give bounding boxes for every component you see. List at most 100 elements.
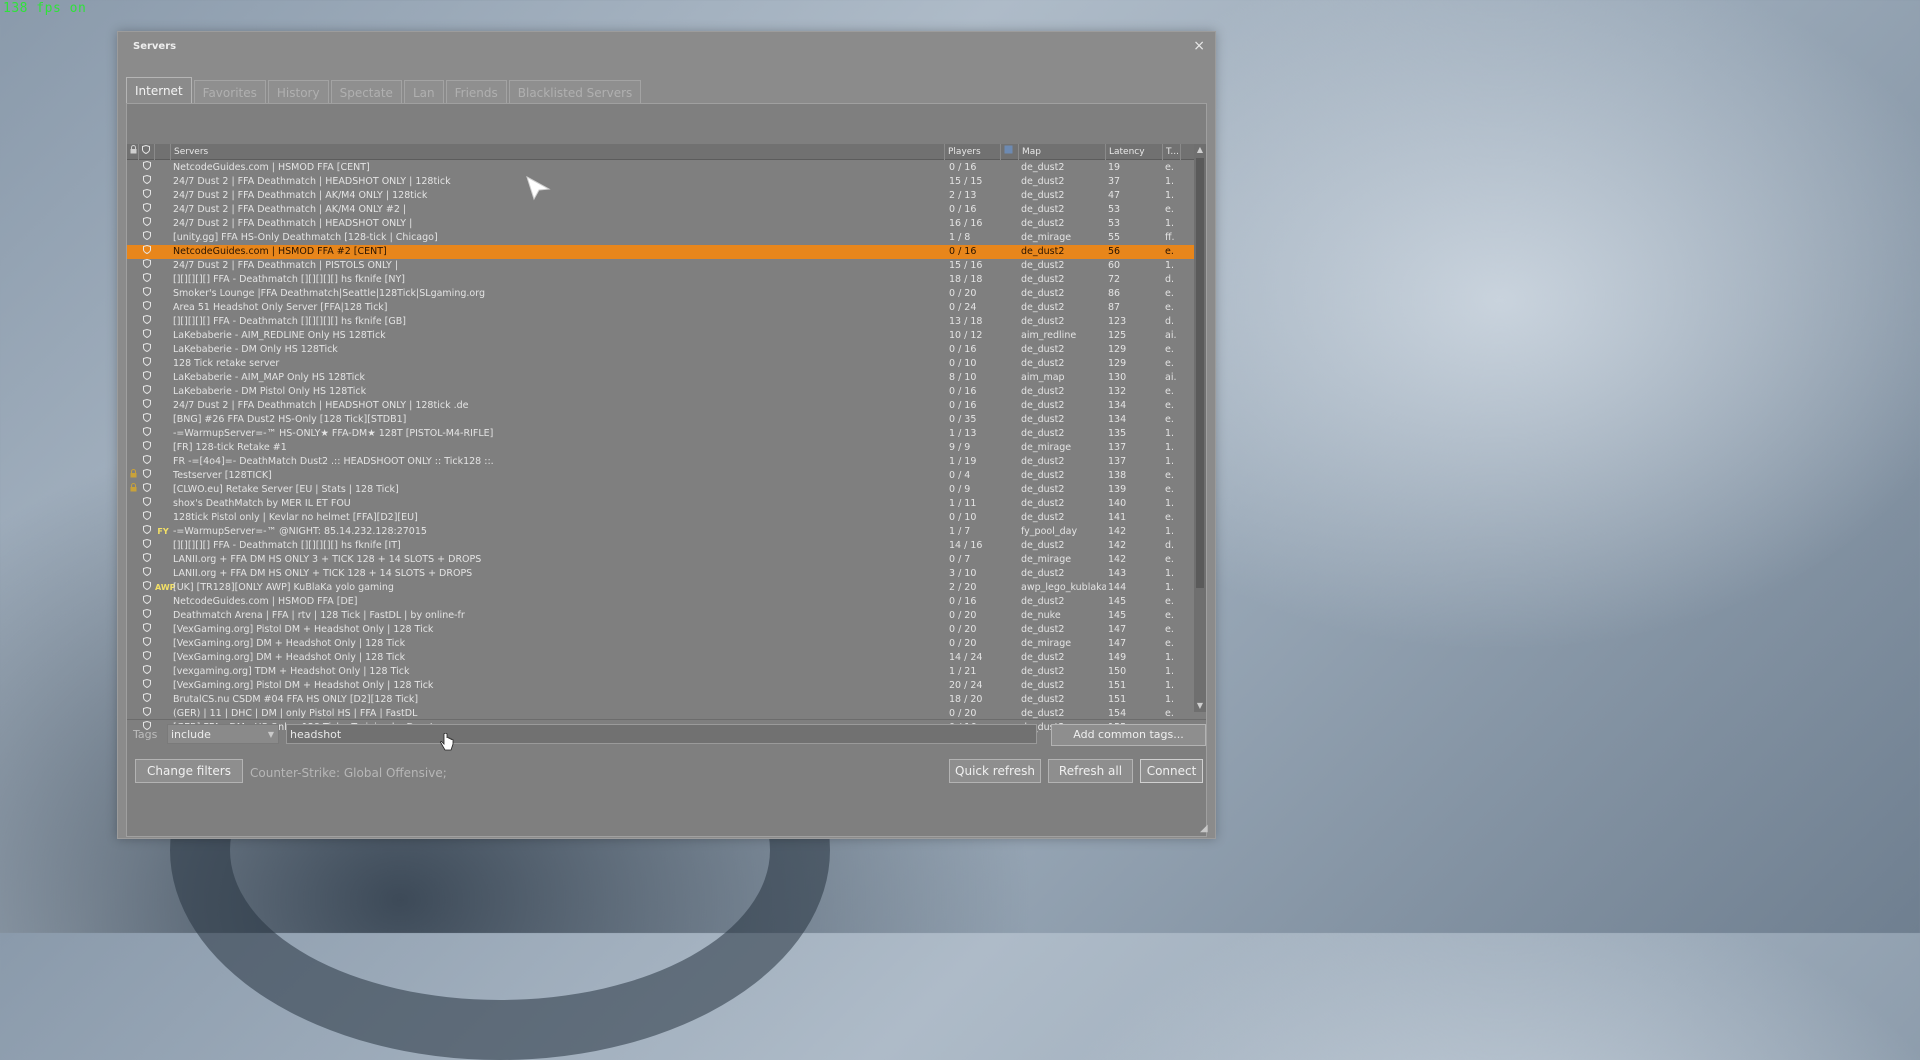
shield-icon[interactable] — [139, 482, 155, 497]
change-filters-button[interactable]: Change filters — [135, 759, 243, 783]
shield-icon[interactable] — [139, 160, 155, 175]
lock-column-icon[interactable] — [127, 144, 139, 160]
shield-icon[interactable] — [139, 608, 155, 623]
server-row[interactable]: LaKebaberie - AIM_REDLINE Only HS 128Tic… — [127, 328, 1194, 343]
column-map[interactable]: Map — [1019, 144, 1106, 160]
shield-icon[interactable] — [139, 636, 155, 651]
connect-button[interactable]: Connect — [1140, 759, 1203, 783]
server-row[interactable]: [FR] 128-tick Retake #1 9 / 9 de_mirage 137… — [127, 440, 1194, 455]
server-row[interactable]: [][][][][] FFA - Deathmatch [][][][][] h… — [127, 314, 1194, 329]
shield-icon[interactable] — [139, 370, 155, 385]
server-row[interactable]: FY -=WarmupServer=-™ @NIGHT: 85.14.232.1… — [127, 524, 1194, 539]
shield-icon[interactable] — [139, 538, 155, 553]
shield-icon[interactable] — [139, 412, 155, 427]
server-row[interactable]: [VexGaming.org] Pistol DM + Headshot Onl… — [127, 622, 1194, 637]
quick-refresh-button[interactable]: Quick refresh — [949, 759, 1041, 783]
shield-icon[interactable] — [139, 328, 155, 343]
server-row[interactable]: 24/7 Dust 2 | FFA Deathmatch | HEADSHOT … — [127, 216, 1194, 231]
shield-icon[interactable] — [139, 342, 155, 357]
close-icon[interactable]: × — [1193, 38, 1205, 54]
server-row[interactable]: NetcodeGuides.com | HSMOD FFA [CENT] 0 / … — [127, 160, 1194, 175]
shield-icon[interactable] — [139, 202, 155, 217]
column-servers[interactable]: Servers — [171, 144, 945, 160]
server-row[interactable]: [VexGaming.org] Pistol DM + Headshot Onl… — [127, 678, 1194, 693]
server-row[interactable]: LaKebaberie - AIM_MAP Only HS 128Tick 8 /… — [127, 370, 1194, 385]
tab-favorites[interactable]: Favorites — [193, 80, 266, 104]
server-row[interactable]: 24/7 Dust 2 | FFA Deathmatch | AK/M4 ONL… — [127, 202, 1194, 217]
tab-history[interactable]: History — [267, 80, 329, 104]
shield-icon[interactable] — [139, 384, 155, 399]
server-row[interactable]: 128 Tick retake server 0 / 10 de_dust2 129 e… — [127, 356, 1194, 371]
server-row[interactable]: 24/7 Dust 2 | FFA Deathmatch | AK/M4 ONL… — [127, 188, 1194, 203]
shield-icon[interactable] — [139, 230, 155, 245]
shield-icon[interactable] — [139, 356, 155, 371]
column-latency[interactable]: Latency — [1106, 144, 1163, 160]
list-scrollbar[interactable]: ▲ ▼ — [1194, 144, 1206, 712]
column-players[interactable]: Players — [945, 144, 1001, 160]
shield-icon[interactable] — [139, 244, 155, 259]
tab-lan[interactable]: Lan — [403, 80, 444, 104]
server-row[interactable]: [unity.gg] FFA HS-Only Deathmatch [128-t… — [127, 230, 1194, 245]
resize-grip-icon[interactable]: ◢ — [1200, 823, 1212, 835]
column-tags[interactable]: T... — [1163, 144, 1181, 160]
server-row[interactable]: 128tick Pistol only | Kevlar no helmet [… — [127, 510, 1194, 525]
tab-spectate[interactable]: Spectate — [330, 80, 402, 104]
server-row[interactable]: Testserver [128TICK] 0 / 4 de_dust2 138 e. — [127, 468, 1194, 483]
tab-internet[interactable]: Internet — [126, 77, 192, 104]
title-bar[interactable]: Servers × — [118, 32, 1215, 62]
server-row[interactable]: NetcodeGuides.com | HSMOD FFA [DE] 0 / 16… — [127, 594, 1194, 609]
shield-icon[interactable] — [139, 188, 155, 203]
scroll-thumb[interactable] — [1196, 158, 1204, 588]
server-row[interactable]: [BNG] #26 FFA Dust2 HS-Only [128 Tick][S… — [127, 412, 1194, 427]
shield-icon[interactable] — [139, 496, 155, 511]
server-row[interactable]: AWP [UK] [TR128][ONLY AWP] KuBlaKa yolo g… — [127, 580, 1194, 595]
server-row[interactable]: [][][][][] FFA - Deathmatch [][][][][] h… — [127, 538, 1194, 553]
add-common-tags-button[interactable]: Add common tags... — [1051, 724, 1206, 746]
server-row[interactable]: Area 51 Headshot Only Server [FFA|128 Ti… — [127, 300, 1194, 315]
server-row[interactable]: LaKebaberie - DM Pistol Only HS 128Tick 0… — [127, 384, 1194, 399]
shield-icon[interactable] — [139, 566, 155, 581]
favorite-column-icon[interactable] — [139, 144, 155, 160]
shield-icon[interactable] — [139, 468, 155, 483]
shield-icon[interactable] — [139, 678, 155, 693]
tab-friends[interactable]: Friends — [445, 80, 507, 104]
server-row[interactable]: LANII.org + FFA DM HS ONLY 3 + TICK 128 … — [127, 552, 1194, 567]
tab-blacklisted-servers[interactable]: Blacklisted Servers — [508, 80, 642, 104]
server-row[interactable]: 24/7 Dust 2 | FFA Deathmatch | HEADSHOT … — [127, 174, 1194, 189]
shield-icon[interactable] — [139, 454, 155, 469]
tags-mode-dropdown[interactable]: include ▼ — [167, 724, 279, 744]
server-row[interactable]: LANII.org + FFA DM HS ONLY + TICK 128 + … — [127, 566, 1194, 581]
server-row[interactable]: Deathmatch Arena | FFA | rtv | 128 Tick … — [127, 608, 1194, 623]
server-row[interactable]: shox's DeathMatch by MER IL ET FOU 1 / 11… — [127, 496, 1194, 511]
shield-icon[interactable] — [139, 594, 155, 609]
server-row[interactable]: LaKebaberie - DM Only HS 128Tick 0 / 16 de… — [127, 342, 1194, 357]
shield-icon[interactable] — [139, 286, 155, 301]
server-row[interactable]: NetcodeGuides.com | HSMOD FFA #2 [CENT] 0… — [127, 244, 1194, 259]
shield-icon[interactable] — [139, 650, 155, 665]
shield-icon[interactable] — [139, 426, 155, 441]
shield-icon[interactable] — [139, 510, 155, 525]
shield-icon[interactable] — [139, 580, 155, 595]
shield-icon[interactable] — [139, 216, 155, 231]
refresh-all-button[interactable]: Refresh all — [1048, 759, 1133, 783]
server-row[interactable]: [vexgaming.org] TDM + Headshot Only | 12… — [127, 664, 1194, 679]
server-row[interactable]: [VexGaming.org] DM + Headshot Only | 128… — [127, 636, 1194, 651]
shield-icon[interactable] — [139, 300, 155, 315]
server-row[interactable]: BrutalCS.nu CSDM #04 FFA HS ONLY [D2][12… — [127, 692, 1194, 707]
server-row[interactable]: -=WarmupServer=-™ HS-ONLY★ FFA-DM★ 128T … — [127, 426, 1194, 441]
server-row[interactable]: FR -=[4o4]=- DeathMatch Dust2 .:: HEADSH… — [127, 454, 1194, 469]
shield-icon[interactable] — [139, 692, 155, 707]
shield-icon[interactable] — [139, 314, 155, 329]
scroll-up-icon[interactable]: ▲ — [1194, 144, 1206, 156]
scroll-down-icon[interactable]: ▼ — [1194, 700, 1206, 712]
server-row[interactable]: Smoker's Lounge |FFA Deathmatch|Seattle|… — [127, 286, 1194, 301]
server-row[interactable]: [][][][][] FFA - Deathmatch [][][][][] h… — [127, 272, 1194, 287]
shield-icon[interactable] — [139, 174, 155, 189]
tag-search-input[interactable]: headshot — [286, 724, 1037, 744]
shield-icon[interactable] — [139, 258, 155, 273]
shield-icon[interactable] — [139, 552, 155, 567]
shield-icon[interactable] — [139, 440, 155, 455]
server-row[interactable]: [CLWO.eu] Retake Server [EU | Stats | 12… — [127, 482, 1194, 497]
bots-column-icon[interactable] — [1001, 144, 1019, 160]
shield-icon[interactable] — [139, 622, 155, 637]
